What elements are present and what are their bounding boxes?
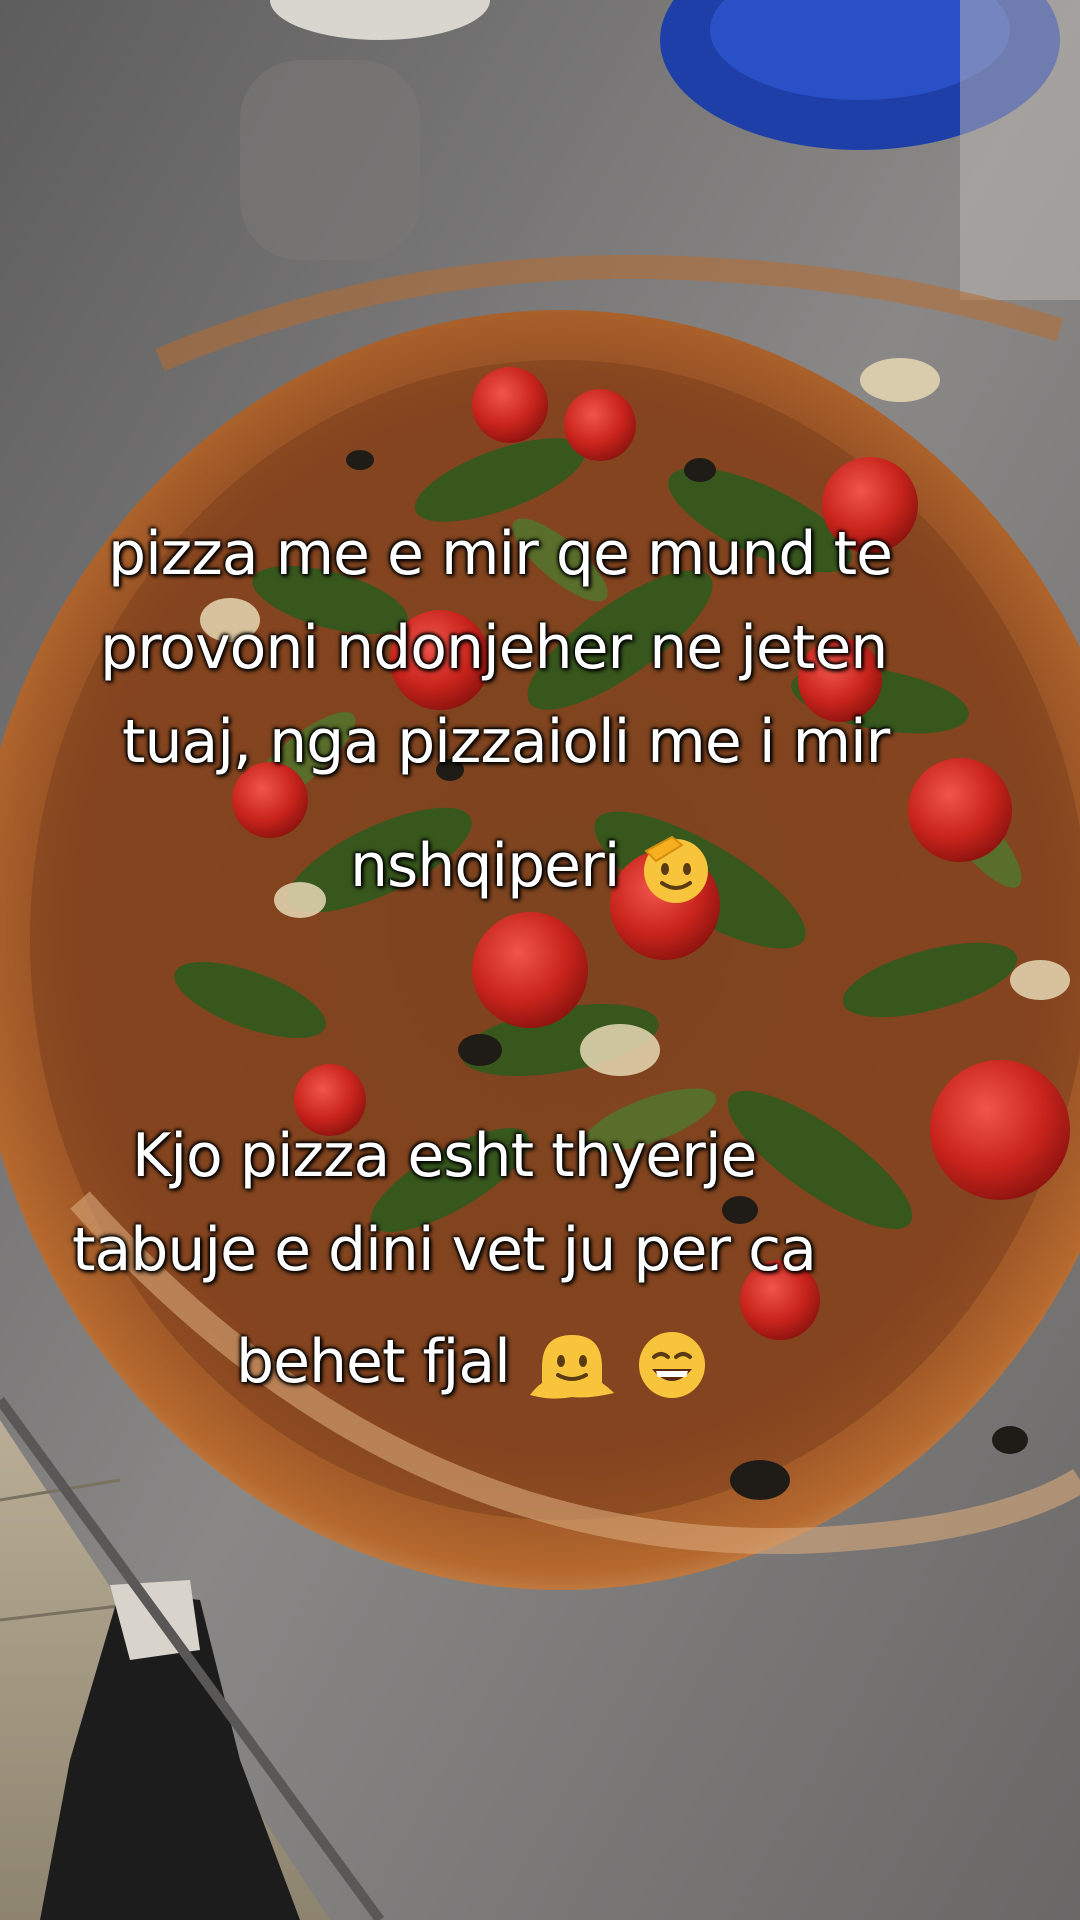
caption-line: provoni ndonjeher ne jeten <box>100 613 888 683</box>
caption-line: Kjo pizza esht thyerje <box>132 1121 757 1191</box>
caption-line: tuaj, nga pizzaioli me i mir <box>122 707 890 777</box>
caption-line-with-emoji: nshqiperi <box>350 820 714 912</box>
grinning-squinting-face-emoji <box>634 1327 710 1403</box>
caption-text: behet fjal <box>236 1327 511 1397</box>
saluting-face-emoji <box>638 831 714 907</box>
caption-line-with-emoji: behet fjal <box>236 1316 710 1408</box>
melting-face-emoji <box>528 1327 616 1403</box>
caption-line: pizza me e mir qe mund te <box>108 519 893 589</box>
caption-line: tabuje e dini vet ju per ca <box>72 1215 817 1285</box>
caption-text: nshqiperi <box>350 831 620 901</box>
pizza-photo-background <box>0 0 1080 1920</box>
